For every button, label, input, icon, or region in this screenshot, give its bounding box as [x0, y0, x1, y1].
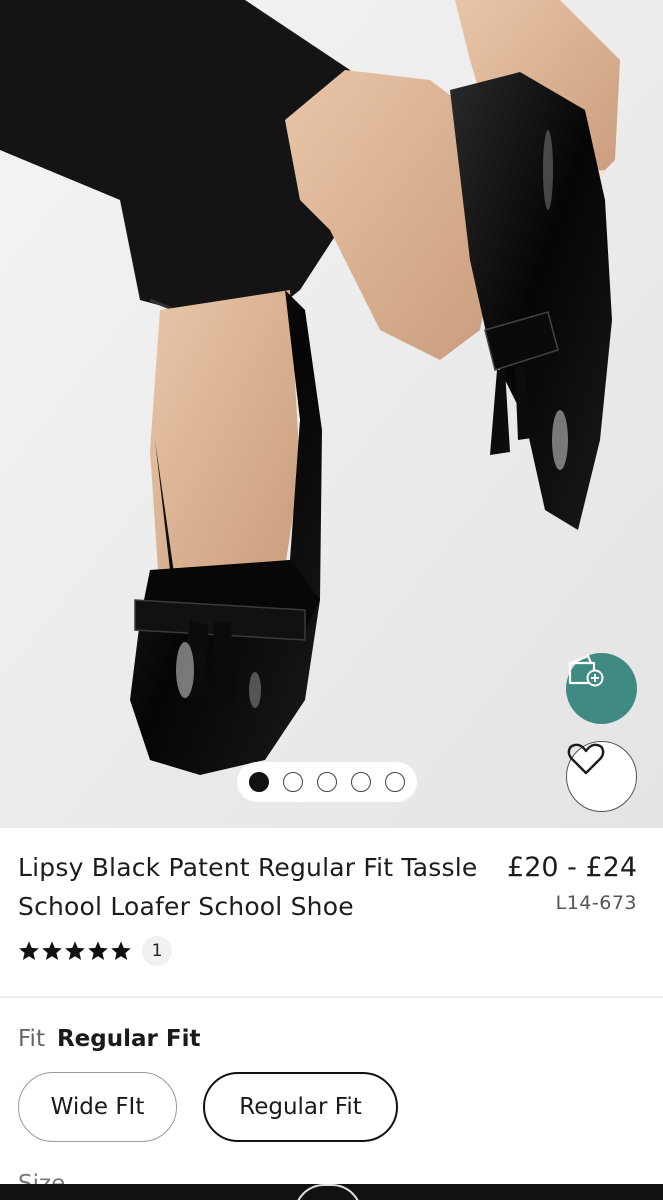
gallery-dot[interactable] — [317, 772, 337, 792]
star-icon — [65, 941, 85, 960]
product-image[interactable] — [0, 0, 663, 828]
heart-icon — [567, 743, 605, 775]
fit-heading: Fit Regular Fit — [18, 1026, 200, 1052]
star-rating — [18, 940, 132, 962]
star-icon — [88, 941, 108, 960]
favourite-button[interactable] — [566, 741, 637, 812]
fit-option-wide[interactable]: Wide FIt — [18, 1072, 177, 1142]
product-info: Lipsy Black Patent Regular Fit Tassle Sc… — [0, 828, 663, 996]
gallery-dot[interactable] — [385, 772, 405, 792]
star-icon — [42, 941, 62, 960]
bag-add-icon — [568, 654, 604, 687]
quick-add-button[interactable] — [566, 653, 637, 724]
product-rating[interactable]: 1 — [18, 936, 172, 966]
fit-selected-value: Regular Fit — [56, 1026, 201, 1052]
gallery-dot[interactable] — [351, 772, 371, 792]
review-count-badge[interactable]: 1 — [142, 936, 172, 966]
gallery-pagination — [237, 762, 417, 802]
star-icon — [111, 941, 131, 960]
gallery-dot[interactable] — [249, 772, 269, 792]
fit-label: Fit — [18, 1026, 45, 1052]
size-label: Size — [18, 1172, 65, 1184]
product-photo-illustration — [0, 0, 663, 828]
product-price: £20 - £24 — [507, 852, 637, 883]
gallery-dot[interactable] — [283, 772, 303, 792]
fit-option-regular[interactable]: Regular Fit — [203, 1072, 398, 1142]
product-sku: L14-673 — [555, 892, 637, 914]
product-title: Lipsy Black Patent Regular Fit Tassle Sc… — [18, 853, 478, 921]
star-icon — [19, 941, 39, 960]
fit-selector: Fit Regular Fit Wide FIt Regular Fit — [0, 998, 663, 1184]
